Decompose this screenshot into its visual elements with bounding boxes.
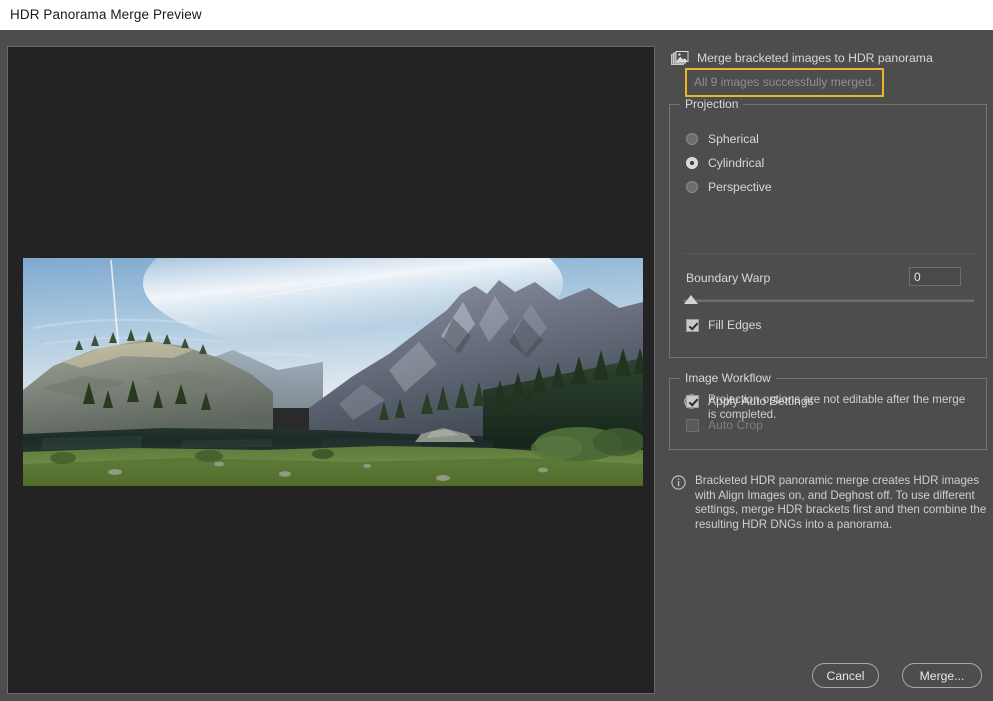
image-workflow-group: Image Workflow Apply Auto Settings Auto … xyxy=(669,378,987,450)
checkbox-fill-edges-label: Fill Edges xyxy=(708,318,762,332)
boundary-warp-slider[interactable] xyxy=(684,295,974,307)
projection-group: Projection Spherical Cylindrical Perspec… xyxy=(669,104,987,358)
radio-perspective-indicator xyxy=(686,181,698,193)
merge-header-label: Merge bracketed images to HDR panorama xyxy=(697,51,933,65)
merge-header-row: Merge bracketed images to HDR panorama xyxy=(671,50,991,70)
image-stack-icon xyxy=(671,51,689,67)
radio-perspective-label: Perspective xyxy=(708,180,772,194)
boundary-warp-value: 0 xyxy=(914,270,921,284)
cancel-button[interactable]: Cancel xyxy=(812,663,879,688)
boundary-warp-input[interactable]: 0 xyxy=(909,267,961,286)
radio-perspective[interactable]: Perspective xyxy=(686,178,772,196)
checkbox-auto-crop-label: Auto Crop xyxy=(708,418,763,432)
projection-group-title: Projection xyxy=(680,97,743,111)
projection-separator xyxy=(684,253,974,254)
panorama-preview-panel[interactable] xyxy=(7,46,655,694)
checkbox-apply-auto-settings-label: Apply Auto Settings xyxy=(708,394,814,408)
radio-cylindrical-indicator xyxy=(686,157,698,169)
radio-cylindrical[interactable]: Cylindrical xyxy=(686,154,764,172)
merge-status-badge: All 9 images successfully merged. xyxy=(685,68,884,97)
info-circle-icon xyxy=(671,475,686,490)
image-workflow-group-title: Image Workflow xyxy=(680,371,776,385)
merge-button[interactable]: Merge... xyxy=(902,663,982,688)
bracketed-info-text: Bracketed HDR panoramic merge creates HD… xyxy=(695,474,991,532)
boundary-warp-label: Boundary Warp xyxy=(686,271,770,285)
radio-spherical-label: Spherical xyxy=(708,132,759,146)
window-title-bar: HDR Panorama Merge Preview xyxy=(0,0,993,30)
settings-panel: Merge bracketed images to HDR panorama A… xyxy=(663,30,993,701)
checkbox-fill-edges-indicator xyxy=(686,319,699,332)
checkbox-apply-auto-settings-indicator xyxy=(686,395,699,408)
checkbox-apply-auto-settings[interactable]: Apply Auto Settings xyxy=(686,393,814,409)
boundary-warp-slider-handle[interactable] xyxy=(684,295,698,304)
radio-spherical-indicator xyxy=(686,133,698,145)
radio-cylindrical-label: Cylindrical xyxy=(708,156,764,170)
merge-status-text: All 9 images successfully merged. xyxy=(694,75,875,89)
page-title: HDR Panorama Merge Preview xyxy=(10,7,202,22)
radio-spherical[interactable]: Spherical xyxy=(686,130,759,148)
checkbox-fill-edges[interactable]: Fill Edges xyxy=(686,317,762,333)
checkbox-auto-crop: Auto Crop xyxy=(686,417,763,433)
checkbox-auto-crop-indicator xyxy=(686,419,699,432)
dialog-body: Merge bracketed images to HDR panorama A… xyxy=(0,30,993,701)
panorama-preview-image xyxy=(23,258,643,486)
boundary-warp-slider-track xyxy=(684,299,974,302)
panorama-image-graphic xyxy=(23,258,643,486)
